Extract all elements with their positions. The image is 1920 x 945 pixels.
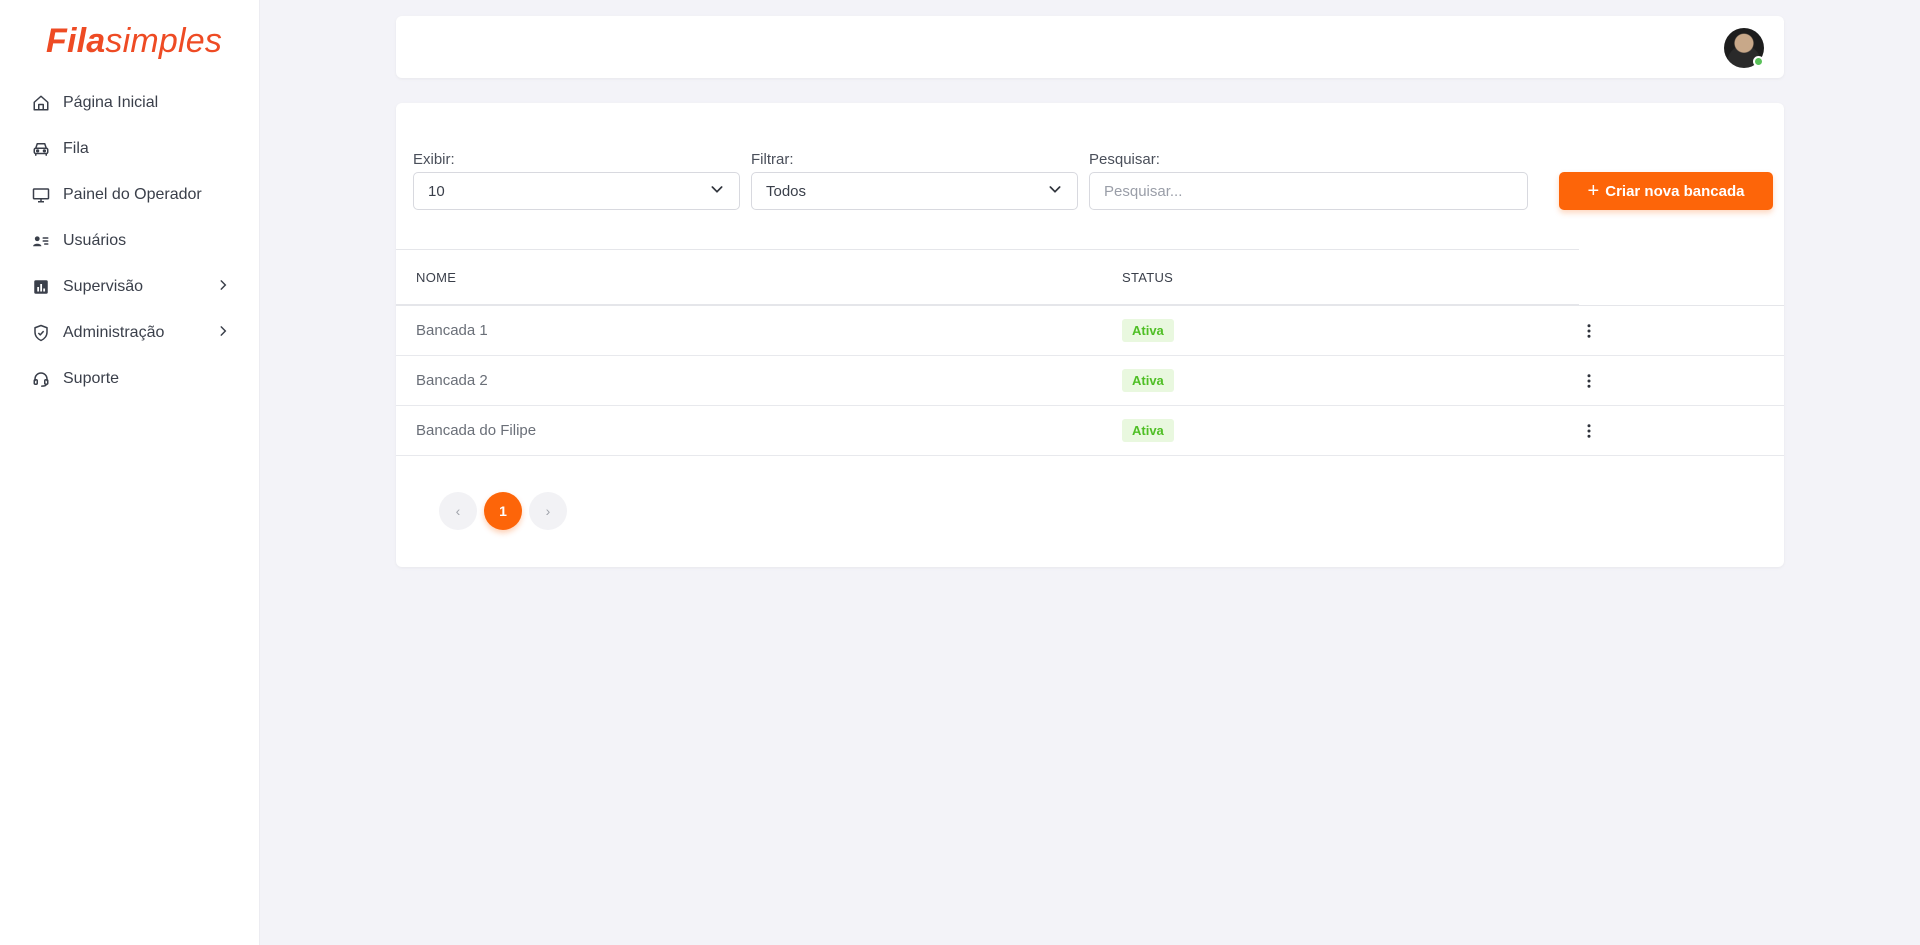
show-select[interactable]: 10: [413, 172, 740, 210]
create-button-label: Criar nova bancada: [1605, 182, 1745, 200]
more-vertical-icon[interactable]: [1579, 421, 1599, 441]
sidebar: Filasimples Página Inicial Fila Painel d…: [0, 0, 260, 945]
filters-bar: Exibir: 10 Filtrar: Todos Pesquisar: Pes…: [413, 151, 1773, 221]
show-label: Exibir:: [413, 151, 455, 168]
search-input[interactable]: Pesquisar...: [1089, 172, 1528, 210]
sidebar-item-label: Supervisão: [63, 278, 144, 295]
row-actions: [1579, 421, 1784, 441]
show-field: Exibir: 10: [413, 151, 740, 210]
row-actions: [1579, 371, 1784, 391]
show-select-value: 10: [428, 182, 445, 200]
more-vertical-icon[interactable]: [1579, 371, 1599, 391]
sidebar-item-painel-do-operador[interactable]: Painel do Operador: [0, 172, 260, 218]
sidebar-item-fila[interactable]: Fila: [0, 126, 260, 172]
row-actions: [1579, 321, 1784, 341]
sidebar-item-usuarios[interactable]: Usuários: [0, 218, 260, 264]
column-header-nome[interactable]: NOME: [396, 270, 1122, 285]
status-badge: Ativa: [1122, 369, 1174, 392]
logo-light: simples: [105, 22, 223, 60]
table-row[interactable]: Bancada 2 Ativa: [396, 356, 1784, 406]
logo-bold: Fila: [46, 22, 106, 60]
status-badge: Ativa: [1122, 419, 1174, 442]
home-icon: [31, 93, 51, 113]
filter-label: Filtrar:: [751, 151, 794, 168]
sidebar-item-label: Administração: [63, 324, 165, 341]
sidebar-item-label: Fila: [63, 140, 89, 157]
filasimples-logo[interactable]: Filasimples: [46, 22, 222, 61]
user-list-icon: [31, 231, 51, 251]
sidebar-item-supervisao[interactable]: Supervisão: [0, 264, 260, 310]
monitor-icon: [31, 185, 51, 205]
table-row[interactable]: Bancada 1 Ativa: [396, 306, 1784, 356]
more-vertical-icon[interactable]: [1579, 321, 1599, 341]
row-status: Ativa: [1122, 369, 1579, 392]
status-badge: Ativa: [1122, 319, 1174, 342]
sidebar-item-label: Usuários: [63, 232, 127, 249]
filter-select[interactable]: Todos: [751, 172, 1078, 210]
sidebar-item-administracao[interactable]: Administração: [0, 310, 260, 356]
plus-icon: +: [1587, 180, 1600, 202]
sidebar-item-pagina-inicial[interactable]: Página Inicial: [0, 80, 260, 126]
sidebar-item-label: Suporte: [63, 370, 120, 387]
pagination-prev-button[interactable]: ‹: [439, 492, 477, 530]
row-name: Bancada 2: [416, 372, 488, 389]
shield-check-icon: [31, 323, 51, 343]
chevron-down-icon: [1047, 181, 1063, 201]
top-bar: [396, 16, 1784, 78]
table-header-row: NOME STATUS: [396, 249, 1784, 306]
search-field: Pesquisar: Pesquisar...: [1089, 151, 1528, 210]
car-icon: [31, 139, 51, 159]
pagination-page-1[interactable]: 1: [484, 492, 522, 530]
column-header-status[interactable]: STATUS: [1122, 270, 1579, 285]
search-label: Pesquisar:: [1089, 151, 1160, 168]
chevron-down-icon: [709, 181, 725, 201]
bar-chart-icon: [31, 277, 51, 297]
table-row[interactable]: Bancada do Filipe Ativa: [396, 406, 1784, 456]
workstations-table: NOME STATUS Bancada 1 Ativa Bancada 2 At…: [396, 249, 1784, 456]
sidebar-item-label: Painel do Operador: [63, 186, 202, 203]
chevron-right-icon: [216, 278, 230, 297]
row-name: Bancada do Filipe: [416, 422, 537, 439]
row-status: Ativa: [1122, 319, 1579, 342]
create-workstation-button[interactable]: + Criar nova bancada: [1559, 172, 1773, 210]
user-avatar[interactable]: [1724, 28, 1764, 68]
workstations-card: Exibir: 10 Filtrar: Todos Pesquisar: Pes…: [396, 103, 1784, 567]
online-status-dot: [1753, 56, 1764, 67]
row-status: Ativa: [1122, 419, 1579, 442]
pagination-next-button[interactable]: ›: [529, 492, 567, 530]
sidebar-item-suporte[interactable]: Suporte: [0, 356, 260, 402]
row-name: Bancada 1: [416, 322, 488, 339]
filter-select-value: Todos: [766, 182, 807, 200]
sidebar-nav: Página Inicial Fila Painel do Operador U…: [0, 80, 260, 402]
search-placeholder: Pesquisar...: [1104, 182, 1183, 200]
headset-icon: [31, 369, 51, 389]
chevron-right-icon: [216, 324, 230, 343]
sidebar-item-label: Página Inicial: [63, 94, 159, 111]
pagination: ‹ 1 ›: [439, 492, 567, 530]
filter-field: Filtrar: Todos: [751, 151, 1078, 210]
table-header: NOME STATUS: [396, 249, 1579, 305]
